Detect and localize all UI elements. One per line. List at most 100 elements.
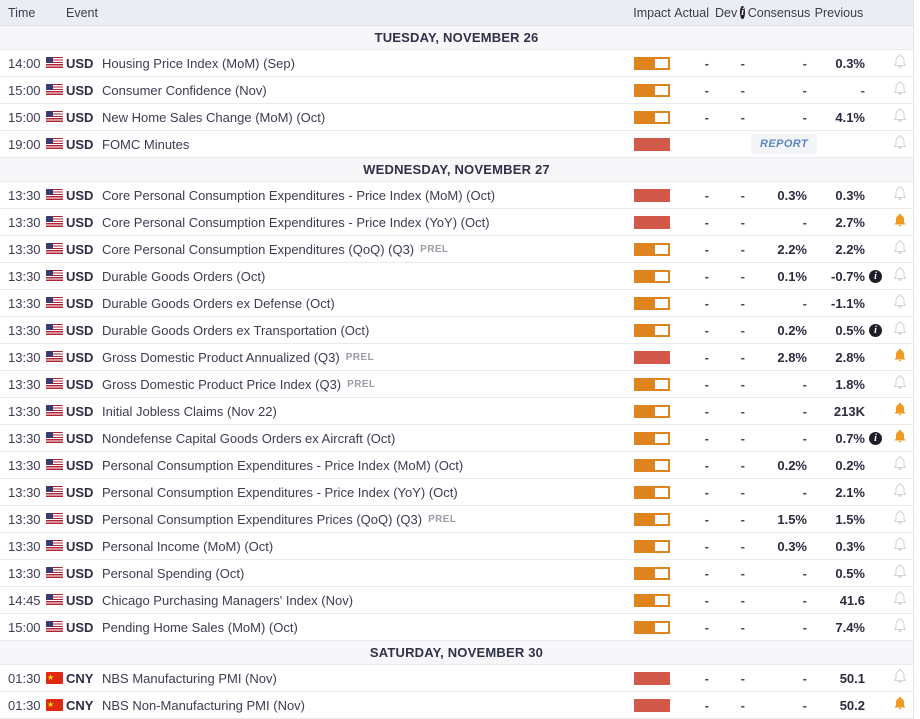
impact-indicator-medium [634, 486, 670, 499]
event-row[interactable]: 13:30USDPersonal Consumption Expenditure… [0, 479, 913, 506]
event-row[interactable]: 13:30USDPersonal Consumption Expenditure… [0, 506, 913, 533]
event-row[interactable]: 13:30USDDurable Goods Orders ex Transpor… [0, 317, 913, 344]
us-flag-icon [46, 540, 63, 552]
consensus-value: - [751, 620, 813, 635]
bell-icon[interactable] [892, 536, 908, 557]
bell-cell [887, 239, 913, 260]
us-flag-icon [46, 594, 63, 606]
actual-value: - [675, 620, 715, 635]
bell-icon[interactable] [892, 509, 908, 530]
bell-icon[interactable] [892, 590, 908, 611]
us-flag-icon [46, 513, 63, 525]
consensus-value: - [751, 56, 813, 71]
bell-icon[interactable] [892, 482, 908, 503]
bell-icon[interactable] [892, 239, 908, 260]
column-header-impact: Impact [629, 6, 675, 20]
event-row[interactable]: 15:00USDPending Home Sales (MoM) (Oct)--… [0, 614, 913, 641]
event-row[interactable]: 01:30CNYNBS Manufacturing PMI (Nov)---50… [0, 665, 913, 692]
event-row[interactable]: 13:30USDGross Domestic Product Price Ind… [0, 371, 913, 398]
previous-value: -0.7% [813, 269, 869, 284]
bell-cell [887, 374, 913, 395]
bell-icon[interactable] [892, 185, 908, 206]
impact-cell [629, 459, 675, 472]
event-row[interactable]: 13:30USDGross Domestic Product Annualize… [0, 344, 913, 371]
bell-active-icon[interactable] [892, 212, 908, 233]
event-row[interactable]: 13:30USDCore Personal Consumption Expend… [0, 182, 913, 209]
event-name: FOMC Minutes [102, 137, 189, 152]
dev-info-icon[interactable]: i [740, 6, 745, 19]
bell-cell [887, 347, 913, 368]
us-flag-icon [46, 378, 63, 390]
event-row[interactable]: 14:00USDHousing Price Index (MoM) (Sep)-… [0, 50, 913, 77]
report-link[interactable]: REPORT [751, 134, 817, 154]
deviation-value: - [715, 698, 751, 713]
bell-active-icon[interactable] [892, 401, 908, 422]
actual-value: - [675, 350, 715, 365]
flag-cell [46, 699, 66, 711]
currency-code: USD [66, 404, 102, 419]
bell-cell [887, 536, 913, 557]
deviation-value: - [715, 242, 751, 257]
bell-icon[interactable] [892, 320, 908, 341]
impact-indicator-high [634, 189, 670, 202]
bell-icon[interactable] [892, 266, 908, 287]
event-row[interactable]: 01:30CNYNBS Non-Manufacturing PMI (Nov)-… [0, 692, 913, 719]
deviation-value: - [715, 269, 751, 284]
event-row[interactable]: 14:45USDChicago Purchasing Managers' Ind… [0, 587, 913, 614]
bell-icon[interactable] [892, 455, 908, 476]
event-row[interactable]: 15:00USDNew Home Sales Change (MoM) (Oct… [0, 104, 913, 131]
consensus-value: REPORT [751, 134, 813, 154]
previous-info-icon[interactable]: i [869, 270, 882, 283]
event-row[interactable]: 15:00USDConsumer Confidence (Nov)---- [0, 77, 913, 104]
event-row[interactable]: 19:00USDFOMC MinutesREPORT [0, 131, 913, 158]
consensus-value: - [751, 431, 813, 446]
bell-cell [887, 428, 913, 449]
previous-info-icon[interactable]: i [869, 432, 882, 445]
event-row[interactable]: 13:30USDPersonal Spending (Oct)---0.5% [0, 560, 913, 587]
bell-icon[interactable] [892, 374, 908, 395]
previous-value: 50.2 [813, 698, 869, 713]
bell-icon[interactable] [892, 293, 908, 314]
event-name-cell: Chicago Purchasing Managers' Index (Nov) [102, 593, 629, 608]
event-name: New Home Sales Change (MoM) (Oct) [102, 110, 325, 125]
bell-icon[interactable] [892, 80, 908, 101]
previous-value: 1.8% [813, 377, 869, 392]
bell-cell [887, 668, 913, 689]
bell-icon[interactable] [892, 107, 908, 128]
event-name: Personal Spending (Oct) [102, 566, 244, 581]
bell-icon[interactable] [892, 563, 908, 584]
event-row[interactable]: 13:30USDCore Personal Consumption Expend… [0, 209, 913, 236]
deviation-value: - [715, 539, 751, 554]
deviation-value: - [715, 83, 751, 98]
previous-value: 2.1% [813, 485, 869, 500]
impact-cell [629, 57, 675, 70]
bell-icon[interactable] [892, 53, 908, 74]
event-row[interactable]: 13:30USDDurable Goods Orders (Oct)--0.1%… [0, 263, 913, 290]
bell-icon[interactable] [892, 668, 908, 689]
bell-active-icon[interactable] [892, 347, 908, 368]
bell-active-icon[interactable] [892, 695, 908, 716]
date-section-header: WEDNESDAY, NOVEMBER 27 [0, 158, 913, 182]
event-name: NBS Non-Manufacturing PMI (Nov) [102, 698, 305, 713]
currency-code: USD [66, 485, 102, 500]
bell-icon[interactable] [892, 617, 908, 638]
actual-value: - [675, 323, 715, 338]
impact-indicator-medium [634, 57, 670, 70]
consensus-value: 0.3% [751, 188, 813, 203]
event-row[interactable]: 13:30USDNondefense Capital Goods Orders … [0, 425, 913, 452]
event-row[interactable]: 13:30USDDurable Goods Orders ex Defense … [0, 290, 913, 317]
event-row[interactable]: 13:30USDInitial Jobless Claims (Nov 22)-… [0, 398, 913, 425]
event-row[interactable]: 13:30USDPersonal Consumption Expenditure… [0, 452, 913, 479]
event-row[interactable]: 13:30USDPersonal Income (MoM) (Oct)--0.3… [0, 533, 913, 560]
currency-code: USD [66, 539, 102, 554]
previous-value: 7.4% [813, 620, 869, 635]
event-name-cell: Personal Consumption Expenditures Prices… [102, 512, 629, 527]
date-section-header: SATURDAY, NOVEMBER 30 [0, 641, 913, 665]
event-row[interactable]: 13:30USDCore Personal Consumption Expend… [0, 236, 913, 263]
event-name: Core Personal Consumption Expenditures -… [102, 215, 490, 230]
bell-active-icon[interactable] [892, 428, 908, 449]
event-time: 15:00 [0, 620, 46, 635]
previous-info-icon[interactable]: i [869, 324, 882, 337]
bell-icon[interactable] [892, 134, 908, 155]
deviation-value: - [715, 620, 751, 635]
